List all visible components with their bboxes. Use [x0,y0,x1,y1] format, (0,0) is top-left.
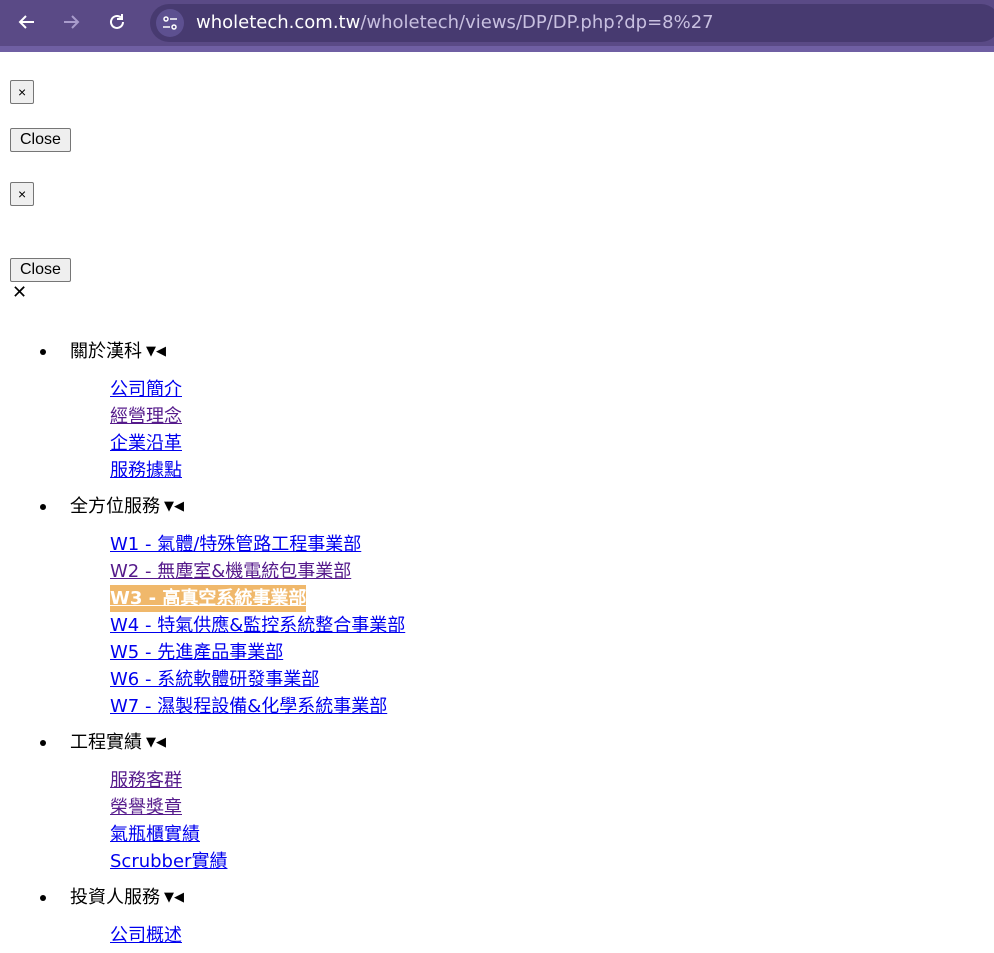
close-button[interactable]: Close [10,258,71,282]
bullet [40,504,46,510]
submenu-link-active[interactable]: W3 - 高真空系統事業部 [110,585,307,612]
menu-label: 關於漢科 [70,341,142,362]
caret-down-icon: ▼◀ [164,499,184,514]
forward-button[interactable] [56,7,86,37]
submenu-link[interactable]: W7 - 濕製程設備&化學系統事業部 [110,693,405,720]
url-host: wholetech.com.tw [196,12,361,33]
submenu-link[interactable]: 服務客群 [110,767,227,794]
arrow-left-icon [18,15,34,29]
url-text[interactable]: wholetech.com.tw/wholetech/views/DP/DP.p… [196,12,714,34]
reload-button[interactable] [102,7,132,37]
menu-label: 工程實績 [70,732,142,753]
caret-down-icon: ▼◀ [164,890,184,905]
menu-label: 投資人服務 [70,887,160,908]
back-button[interactable] [12,7,42,37]
address-bar[interactable]: wholetech.com.tw/wholetech/views/DP/DP.p… [150,4,994,42]
submenu-link[interactable]: W5 - 先進產品事業部 [110,639,405,666]
submenu-link[interactable]: W6 - 系統軟體研發事業部 [110,666,405,693]
submenu-link[interactable]: W1 - 氣體/特殊管路工程事業部 [110,531,405,558]
close-button[interactable]: Close [10,128,71,152]
caret-down-icon: ▼◀ [146,344,166,359]
browser-toolbar: wholetech.com.tw/wholetech/views/DP/DP.p… [0,0,994,52]
url-path: /wholetech/views/DP/DP.php?dp=8%27 [360,12,714,33]
close-x-button[interactable]: × [10,80,35,104]
tune-icon [163,16,177,30]
submenu-link[interactable]: 榮譽獎章 [110,794,227,821]
caret-down-icon: ▼◀ [146,735,166,750]
submenu-link[interactable]: 服務據點 [110,457,182,484]
submenu-projects: 服務客群 榮譽獎章 氣瓶櫃實績 Scrubber實績 [110,767,227,875]
close-x-button[interactable]: × [10,182,35,206]
submenu-link[interactable]: W4 - 特氣供應&監控系統整合事業部 [110,612,405,639]
submenu-link[interactable]: 經營理念 [110,403,182,430]
bullet [40,895,46,901]
bullet [40,349,46,355]
reload-icon [110,14,124,29]
submenu-link[interactable]: W2 - 無塵室&機電統包事業部 [110,558,405,585]
submenu-link[interactable]: 氣瓶櫃實績 [110,821,227,848]
submenu-investors: 公司概述 [110,922,182,949]
close-icon[interactable]: ✕ [12,283,27,303]
arrow-right-icon [64,15,80,29]
submenu-link[interactable]: 公司簡介 [110,376,182,403]
bullet [40,740,46,746]
submenu-link[interactable]: 企業沿革 [110,430,182,457]
submenu-services: W1 - 氣體/特殊管路工程事業部 W2 - 無塵室&機電統包事業部 W3 - … [110,531,405,720]
site-info-button[interactable] [156,9,184,37]
submenu-link[interactable]: 公司概述 [110,922,182,949]
menu-label: 全方位服務 [70,496,160,517]
submenu-about: 公司簡介 經營理念 企業沿革 服務據點 [110,376,182,484]
submenu-link[interactable]: Scrubber實績 [110,848,227,875]
